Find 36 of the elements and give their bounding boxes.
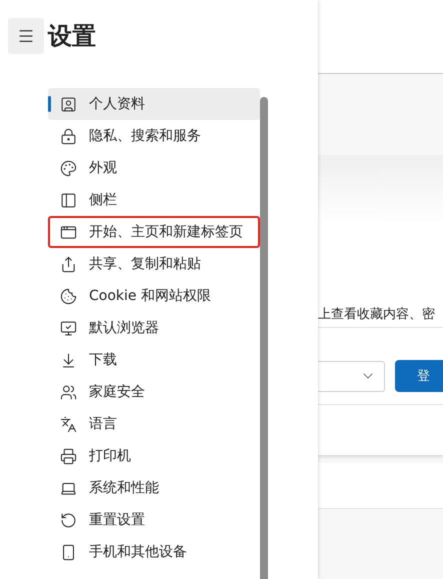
browser-check-icon xyxy=(60,320,77,336)
sidebar-item[interactable]: 重置设置 xyxy=(48,504,260,536)
sidebar-item[interactable]: 系统和性能 xyxy=(48,472,260,504)
sidebar-item[interactable]: 隐私、搜索和服务 xyxy=(48,120,260,152)
user-card-icon xyxy=(60,96,77,112)
reset-icon xyxy=(60,512,77,528)
sidebar-item[interactable]: 外观 xyxy=(48,152,260,184)
page-title: 设置 xyxy=(48,21,96,52)
sidebar-item[interactable]: 默认浏览器 xyxy=(48,312,260,344)
menu-icon xyxy=(17,27,35,45)
sidebar-item[interactable]: 家庭安全 xyxy=(48,376,260,408)
sidebar-item[interactable]: 打印机 xyxy=(48,440,260,472)
menu-button[interactable] xyxy=(8,18,44,54)
account-dropdown[interactable] xyxy=(318,360,386,392)
people-icon xyxy=(60,384,77,400)
sidebar-item[interactable]: Cookie 和网站权限 xyxy=(48,280,260,312)
sign-in-button[interactable]: 登 xyxy=(395,360,443,392)
phone-icon xyxy=(60,544,77,560)
printer-icon xyxy=(60,448,77,464)
sidebar-item[interactable]: 侧栏 xyxy=(48,184,260,216)
download-icon xyxy=(60,352,77,368)
window-icon xyxy=(60,224,77,240)
sidebar-item[interactable]: 语言 xyxy=(48,408,260,440)
sidebar-item[interactable]: 下载 xyxy=(48,344,260,376)
share-icon xyxy=(60,256,77,272)
lock-icon xyxy=(60,128,77,144)
sidebar-item[interactable]: 手机和其他设备 xyxy=(48,536,260,568)
scrollbar[interactable] xyxy=(260,97,268,579)
sidebar-panel-icon xyxy=(60,192,77,208)
sidebar-item[interactable]: 开始、主页和新建标签页 xyxy=(48,216,260,248)
palette-icon xyxy=(60,160,77,176)
cookie-icon xyxy=(60,288,77,304)
language-icon xyxy=(60,416,77,432)
sidebar-item[interactable]: 共享、复制和粘贴 xyxy=(48,248,260,280)
description-text: 上查看收藏内容、密 xyxy=(318,306,436,324)
sidebar-item[interactable]: 个人资料 xyxy=(48,88,260,120)
